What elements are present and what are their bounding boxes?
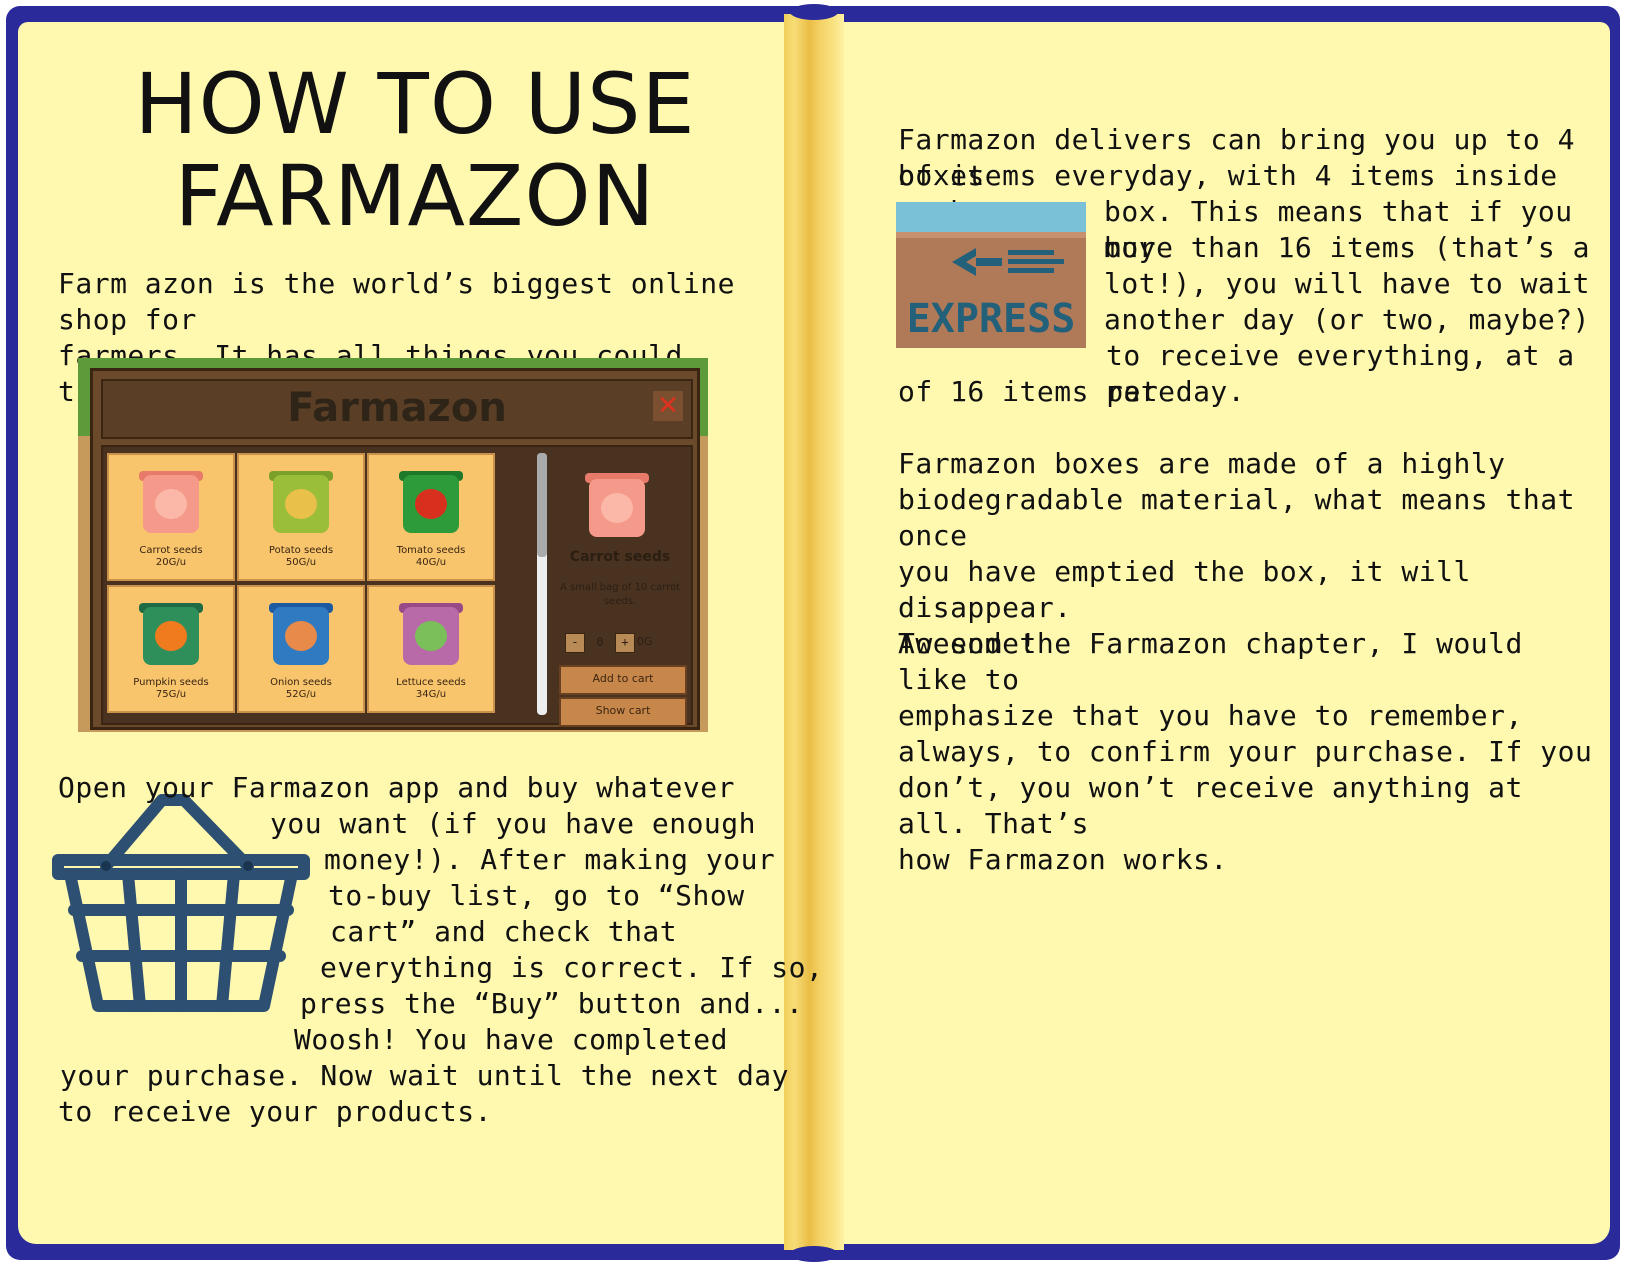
express-box-icon: EXPRESS [896, 202, 1086, 348]
quantity-value: 0 [596, 635, 604, 649]
product-name: Tomato seeds [396, 545, 466, 556]
seed-icon [285, 489, 317, 519]
product-tile[interactable]: Carrot seeds 20G/u [107, 453, 235, 581]
product-name: Onion seeds [270, 677, 332, 688]
product-name: Potato seeds [268, 545, 334, 556]
howto-line-2: you want (if you have enough [270, 807, 757, 840]
howto-line-4: to-buy list, go to “Show [328, 879, 745, 912]
howto-line-3: money!). After making your [324, 843, 776, 876]
quantity-stepper: - 0 + 0G [565, 633, 677, 653]
howto-line-10: to receive your products. [58, 1095, 492, 1128]
farmazon-shop-screenshot: Farmazon ✕ Carrot seeds 20G/u Potato seeds… [78, 358, 708, 732]
carrot-icon [601, 493, 633, 523]
detail-product-description: A small bag of 10 carrot seeds. [559, 582, 681, 607]
shop-window: Farmazon ✕ Carrot seeds 20G/u Potato seeds… [90, 368, 700, 730]
seed-icon [285, 621, 317, 651]
product-tile[interactable]: Potato seeds 50G/u [237, 453, 365, 581]
howto-line-7: press the “Buy” button and... [300, 987, 804, 1020]
book-spine [784, 14, 844, 1250]
delivery-line-8: of 16 items per day. [898, 375, 1246, 408]
delivery-line-4: more than 16 items (that’s a [1104, 231, 1591, 264]
spine-top-cap [790, 4, 838, 20]
product-price: 75G/u [155, 689, 187, 700]
open-book: HOW TO USE FARMAZON Farm azon is the wor… [0, 0, 1628, 1270]
product-detail-panel: Carrot seeds A small bag of 10 carrot se… [555, 453, 687, 727]
delivery-line-5: lot!), you will have to wait [1104, 267, 1591, 300]
shop-title: Farmazon [287, 385, 507, 431]
product-name: Lettuce seeds [396, 677, 466, 688]
product-tile[interactable]: Tomato seeds 40G/u [367, 453, 495, 581]
shop-header: Farmazon ✕ [101, 379, 693, 439]
howto-line-1: Open your Farmazon app and buy whatever [58, 771, 735, 804]
express-label: EXPRESS [907, 296, 1076, 342]
seed-icon [415, 621, 447, 651]
close-icon[interactable]: ✕ [653, 391, 683, 421]
seed-icon [155, 621, 187, 651]
closing-paragraph: To end the Farmazon chapter, I would lik… [898, 627, 1593, 876]
scrollbar-thumb[interactable] [537, 453, 547, 557]
decrease-quantity-button[interactable]: - [565, 633, 585, 653]
detail-product-name: Carrot seeds [569, 549, 671, 565]
product-price: 20G/u [155, 557, 187, 568]
title-line-2: FARMAZON [174, 147, 656, 245]
spine-bottom-cap [790, 1246, 838, 1262]
howto-line-6: everything is correct. If so, [320, 951, 824, 984]
title-line-1: HOW TO USE [134, 55, 696, 153]
page-title: HOW TO USE FARMAZON [60, 58, 770, 242]
add-to-cart-button[interactable]: Add to cart [559, 665, 687, 695]
total-price: 0G [637, 635, 653, 648]
increase-quantity-button[interactable]: + [615, 633, 635, 653]
howto-line-9: your purchase. Now wait until the next d… [60, 1059, 790, 1092]
howto-line-5: cart” and check that [330, 915, 678, 948]
product-price: 50G/u [285, 557, 317, 568]
product-price: 34G/u [415, 689, 447, 700]
product-tile[interactable]: Lettuce seeds 34G/u [367, 585, 495, 713]
seed-icon [415, 489, 447, 519]
show-cart-button[interactable]: Show cart [559, 697, 687, 727]
shop-body: Carrot seeds 20G/u Potato seeds 50G/u Tomato… [101, 445, 693, 727]
howto-line-8: Woosh! You have completed [294, 1023, 728, 1056]
delivery-line-6: another day (or two, maybe?) [1104, 303, 1591, 336]
product-price: 40G/u [415, 557, 447, 568]
product-tile[interactable]: Pumpkin seeds 75G/u [107, 585, 235, 713]
product-tile[interactable]: Onion seeds 52G/u [237, 585, 365, 713]
product-price: 52G/u [285, 689, 317, 700]
product-name: Carrot seeds [139, 545, 203, 556]
seed-icon [155, 489, 187, 519]
product-name: Pumpkin seeds [133, 677, 209, 688]
